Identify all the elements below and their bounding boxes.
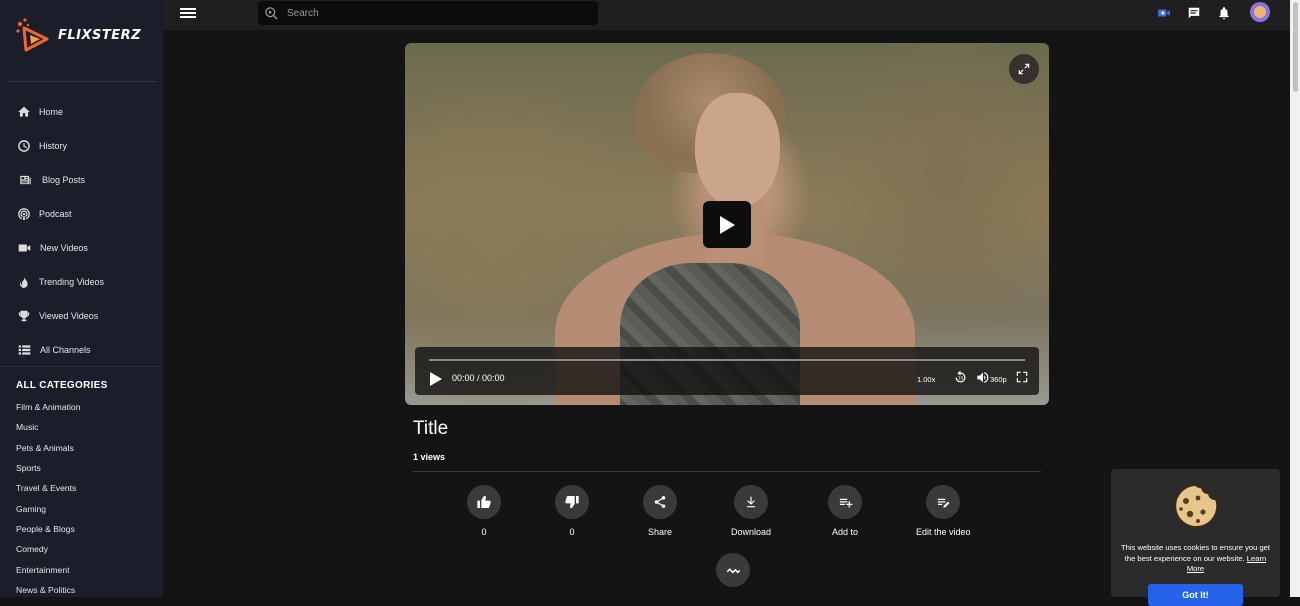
category-item[interactable]: Sports bbox=[16, 458, 80, 478]
expand-icon[interactable] bbox=[1009, 54, 1039, 84]
categories-divider bbox=[0, 366, 163, 367]
sidebar-item-label: Home bbox=[39, 107, 64, 117]
history-icon bbox=[18, 140, 30, 152]
category-item[interactable]: Comedy bbox=[16, 539, 80, 559]
dislike-button[interactable]: 0 bbox=[555, 485, 589, 537]
category-item[interactable]: Pets & Animals bbox=[16, 438, 80, 458]
quality-selector[interactable]: 360p bbox=[990, 375, 1007, 384]
video-title: Title bbox=[413, 418, 449, 439]
categories-heading: ALL CATEGORIES bbox=[16, 380, 108, 391]
category-item[interactable]: Film & Animation bbox=[16, 397, 80, 417]
like-button[interactable]: 0 bbox=[467, 485, 501, 537]
sidebar-item-label: Blog Posts bbox=[42, 175, 86, 185]
sidebar-item-label: All Channels bbox=[40, 345, 91, 355]
search-icon bbox=[265, 6, 278, 20]
search-input[interactable] bbox=[285, 6, 585, 20]
share-icon bbox=[654, 496, 666, 508]
volume-icon[interactable] bbox=[975, 370, 991, 385]
playlist-add-icon bbox=[839, 498, 852, 507]
logo[interactable]: FLIXSTERZ bbox=[14, 16, 141, 54]
big-play-button[interactable] bbox=[703, 201, 751, 248]
logo-text: FLIXSTERZ bbox=[58, 27, 142, 43]
messages-icon[interactable] bbox=[1187, 6, 1201, 20]
sidebar: FLIXSTERZ Home History Blog Posts Podcas… bbox=[0, 0, 163, 597]
category-item[interactable]: Gaming bbox=[16, 498, 80, 518]
logo-icon bbox=[16, 18, 49, 52]
category-item[interactable]: Music bbox=[16, 417, 80, 437]
playback-speed[interactable]: 1.00x bbox=[917, 375, 935, 384]
video-player[interactable]: 00:00 / 00:00 1.00x 10 360p bbox=[405, 43, 1049, 405]
player-controls: 00:00 / 00:00 1.00x 10 360p bbox=[415, 347, 1039, 395]
category-item[interactable]: People & Blogs bbox=[16, 519, 80, 539]
download-label: Download bbox=[731, 527, 772, 537]
cookie-banner: This website uses cookies to ensure you … bbox=[1111, 469, 1280, 606]
sidebar-item-label: Viewed Videos bbox=[39, 311, 99, 321]
newspaper-icon bbox=[20, 175, 31, 185]
upload-video-icon[interactable] bbox=[1157, 6, 1171, 20]
sidebar-item-podcast[interactable]: Podcast bbox=[0, 197, 163, 231]
download-icon bbox=[746, 496, 756, 508]
video-camera-icon bbox=[18, 244, 31, 252]
sidebar-item-trending-videos[interactable]: Trending Videos bbox=[0, 265, 163, 299]
search-bar bbox=[258, 1, 598, 25]
categories-list: Film & Animation Music Pets & Animals Sp… bbox=[16, 397, 80, 600]
analytics-button[interactable] bbox=[716, 553, 750, 587]
sidebar-item-home[interactable]: Home bbox=[0, 95, 163, 129]
cookie-message: This website uses cookies to ensure you … bbox=[1121, 543, 1270, 575]
cookie-icon bbox=[1174, 483, 1219, 528]
thumbs-down-icon bbox=[565, 495, 579, 509]
avatar-face bbox=[1254, 6, 1266, 18]
hamburger-menu-icon[interactable] bbox=[180, 6, 196, 20]
share-button[interactable]: Share bbox=[643, 485, 677, 537]
play-icon bbox=[720, 215, 735, 234]
scrollbar-thumb[interactable] bbox=[1293, 2, 1298, 92]
trophy-icon bbox=[18, 310, 30, 322]
play-icon[interactable] bbox=[429, 371, 443, 387]
video-frame-face bbox=[695, 93, 780, 208]
sidebar-item-label: New Videos bbox=[40, 243, 88, 253]
info-divider bbox=[413, 471, 1041, 472]
view-count: 1 views bbox=[413, 452, 446, 462]
progress-bar[interactable] bbox=[429, 359, 1025, 361]
analytics-icon bbox=[726, 567, 740, 573]
sidebar-item-history[interactable]: History bbox=[0, 129, 163, 163]
share-label: Share bbox=[647, 527, 673, 537]
edit-video-button[interactable]: Edit the video bbox=[916, 485, 971, 537]
add-to-label: Add to bbox=[831, 527, 859, 537]
sidebar-item-new-videos[interactable]: New Videos bbox=[0, 231, 163, 265]
time-display: 00:00 / 00:00 bbox=[452, 373, 505, 383]
sidebar-divider bbox=[8, 81, 156, 82]
category-item[interactable]: Travel & Events bbox=[16, 478, 80, 498]
dislike-count: 0 bbox=[569, 527, 575, 537]
sidebar-item-label: Podcast bbox=[39, 209, 72, 219]
thumbs-up-icon bbox=[477, 495, 491, 509]
podcast-icon bbox=[18, 208, 30, 220]
avatar[interactable] bbox=[1250, 2, 1270, 22]
sidebar-item-all-channels[interactable]: All Channels bbox=[0, 333, 163, 367]
sidebar-nav: Home History Blog Posts Podcast New Vide… bbox=[0, 95, 163, 367]
add-to-button[interactable]: Add to bbox=[828, 485, 862, 537]
rewind-icon[interactable]: 10 bbox=[953, 370, 968, 385]
svg-text:10: 10 bbox=[958, 376, 964, 382]
fullscreen-icon[interactable] bbox=[1015, 370, 1029, 384]
accept-cookies-button[interactable]: Got It! bbox=[1148, 584, 1243, 606]
download-button[interactable]: Download bbox=[731, 485, 771, 537]
sidebar-item-viewed-videos[interactable]: Viewed Videos bbox=[0, 299, 163, 333]
edit-video-label: Edit the video bbox=[916, 527, 971, 537]
bell-icon[interactable] bbox=[1217, 6, 1231, 20]
sidebar-item-label: Trending Videos bbox=[39, 277, 105, 287]
like-count: 0 bbox=[481, 527, 487, 537]
sidebar-item-label: History bbox=[39, 141, 68, 151]
home-icon bbox=[18, 106, 30, 117]
flame-icon bbox=[20, 276, 28, 288]
category-item[interactable]: Entertainment bbox=[16, 559, 80, 579]
list-icon bbox=[18, 345, 31, 355]
edit-list-icon bbox=[937, 498, 950, 507]
sidebar-item-blog-posts[interactable]: Blog Posts bbox=[0, 163, 163, 197]
